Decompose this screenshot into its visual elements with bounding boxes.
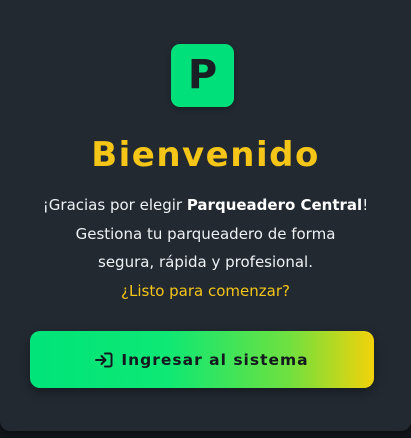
welcome-card: P Bienvenido ¡Gracias por elegir Parquea… xyxy=(0,0,411,431)
welcome-line-3: segura, rápida y profesional. xyxy=(98,253,313,271)
logo-letter: P xyxy=(187,51,218,98)
brand-name: Parqueadero Central xyxy=(186,196,363,214)
parking-logo: P xyxy=(171,44,234,107)
welcome-cta-text: ¿Listo para comenzar? xyxy=(121,281,290,300)
welcome-line-1-prefix: ¡Gracias por elegir xyxy=(42,196,187,214)
sign-in-icon xyxy=(95,352,113,368)
welcome-line-1-suffix: ! xyxy=(362,196,369,214)
welcome-line-2: Gestiona tu parqueadero de forma xyxy=(75,224,336,243)
welcome-title: Bienvenido xyxy=(91,135,320,175)
welcome-line-1: ¡Gracias por elegir Parqueadero Central! xyxy=(0,191,411,220)
login-button[interactable]: Ingresar al sistema xyxy=(30,331,374,388)
login-button-label: Ingresar al sistema xyxy=(121,350,309,369)
welcome-message: ¡Gracias por elegir Parqueadero Central!… xyxy=(0,191,411,305)
